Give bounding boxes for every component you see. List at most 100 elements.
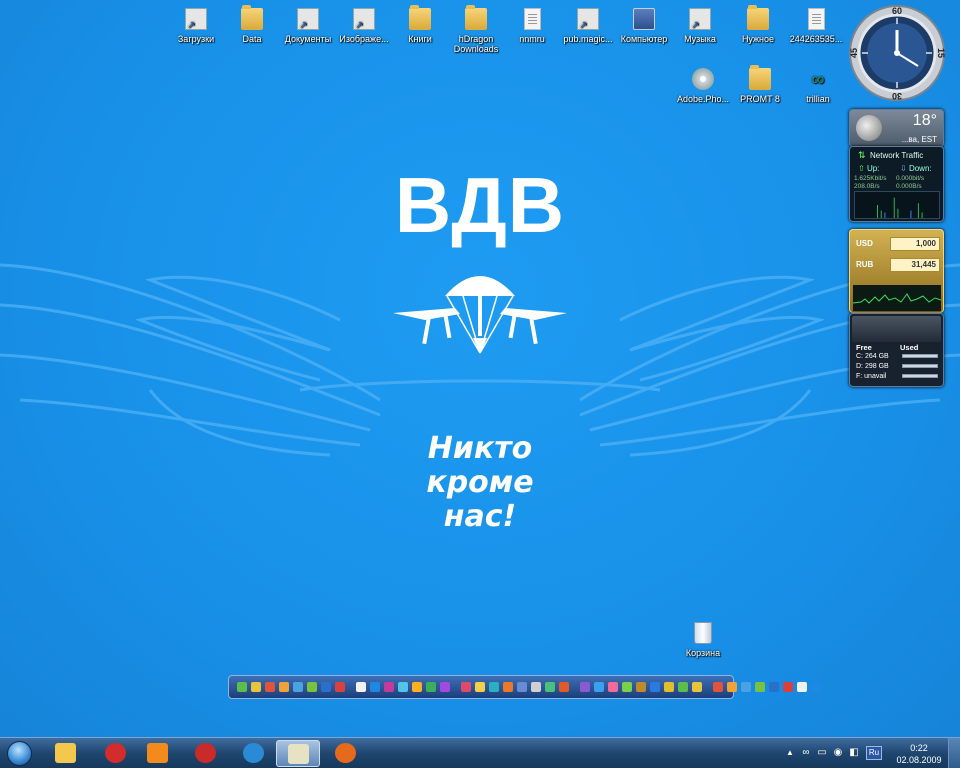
- folder-icon: [749, 65, 771, 90]
- dock-app-icon[interactable]: [783, 682, 793, 692]
- dock-app-icon[interactable]: [594, 682, 604, 692]
- dock-app-icon[interactable]: [384, 682, 394, 692]
- desktop-icon-music[interactable]: Музыка: [670, 8, 730, 44]
- dock-app-icon[interactable]: [475, 682, 485, 692]
- dock-app-icon[interactable]: [755, 682, 765, 692]
- dock-app-icon[interactable]: [356, 682, 366, 692]
- desktop-icon-books[interactable]: Книги: [390, 5, 450, 44]
- drive-row-f: F: unavail: [856, 373, 887, 380]
- clock-time: 0:22: [910, 743, 928, 753]
- dock-app-icon[interactable]: [811, 682, 821, 692]
- drives-free-label: Free: [856, 343, 872, 352]
- dock-app-icon[interactable]: [678, 682, 688, 692]
- desktop[interactable]: ВДВ Никто кроме нас! Загрузки Da: [0, 0, 960, 737]
- dock-app-icon[interactable]: [769, 682, 779, 692]
- down-bytes: 0.000B/s: [896, 183, 922, 190]
- drive-meter-gadget[interactable]: Free Used C: 264 GB D: 298 GB F: unavail: [849, 313, 944, 387]
- drive-row-d: D: 298 GB: [856, 363, 889, 370]
- dock-app-icon[interactable]: [307, 682, 317, 692]
- firefox-icon: [335, 743, 356, 763]
- dock-app-icon[interactable]: [622, 682, 632, 692]
- currency-to-code[interactable]: RUB: [856, 260, 873, 269]
- dock-app-icon[interactable]: [650, 682, 660, 692]
- dock-app-icon[interactable]: [797, 682, 807, 692]
- start-button[interactable]: [4, 740, 36, 767]
- dock-app-icon[interactable]: [279, 682, 289, 692]
- taskbar-button-internet-explorer[interactable]: [232, 740, 276, 767]
- dock-app-icon[interactable]: [580, 682, 590, 692]
- dock-app-icon[interactable]: [265, 682, 275, 692]
- system-tray: ▲ ∞ ▭ ◉ ◧ Ru 0:22 02.08.2009: [780, 738, 960, 768]
- moon-icon: [856, 115, 882, 141]
- desktop-icon-hdragon-downloads[interactable]: hDragon Downloads: [446, 5, 506, 54]
- currency-from-code[interactable]: USD: [856, 239, 873, 248]
- taskbar-button-media-player[interactable]: [136, 740, 180, 767]
- recycle-bin-icon: [694, 622, 712, 644]
- taskbar-clock[interactable]: 0:22 02.08.2009: [892, 742, 946, 766]
- network-traffic-gadget[interactable]: ⇅ Network Traffic ⇧ Up: ⇩ Down: 1.625Kbi…: [849, 146, 944, 222]
- dock-app-icon[interactable]: [531, 682, 541, 692]
- dock-app-icon[interactable]: [503, 682, 513, 692]
- trillian-icon: ∞: [811, 69, 825, 89]
- desktop-icon-trillian[interactable]: ∞ trillian: [788, 68, 848, 104]
- dock-app-icon[interactable]: [608, 682, 618, 692]
- dock-app-icon[interactable]: [664, 682, 674, 692]
- dock-app-icon[interactable]: [321, 682, 331, 692]
- taskbar-button-firefox[interactable]: [324, 740, 368, 767]
- desktop-icon-label: Книги: [408, 34, 432, 44]
- network-tray-icon[interactable]: ▭: [816, 747, 828, 759]
- up-arrow-icon: ⇧: [858, 164, 865, 173]
- desktop-icon-promt8[interactable]: PROMT 8: [730, 65, 790, 104]
- dock-app-icon[interactable]: [517, 682, 527, 692]
- desktop-icon-nnmru[interactable]: nnmru: [502, 8, 562, 44]
- desktop-icon-needed[interactable]: Нужное: [728, 5, 788, 44]
- dock-app-icon[interactable]: [461, 682, 471, 692]
- currency-converter-gadget[interactable]: USD 1,000 RUB 31,445: [849, 229, 944, 313]
- dock-app-icon[interactable]: [559, 682, 569, 692]
- desktop-icon-data[interactable]: Data: [222, 5, 282, 44]
- dock-app-icon[interactable]: [412, 682, 422, 692]
- desktop-icon-adobe-photoshop[interactable]: Adobe.Pho...: [673, 68, 733, 104]
- dock-app-icon[interactable]: [237, 682, 247, 692]
- dock-app-icon[interactable]: [293, 682, 303, 692]
- desktop-icon-recycle-bin[interactable]: Корзина: [673, 622, 733, 658]
- slogan-line-3: нас!: [443, 499, 517, 534]
- up-label-text: Up:: [866, 164, 880, 173]
- dock-app-icon[interactable]: [398, 682, 408, 692]
- desktop-icon-pub-magic[interactable]: pub.magic...: [558, 8, 618, 44]
- dock-app-icon[interactable]: [692, 682, 702, 692]
- up-rate: 1.625Kbit/s: [854, 175, 887, 182]
- dock-app-icon[interactable]: [489, 682, 499, 692]
- update-tray-icon[interactable]: ◉: [832, 747, 844, 759]
- desktop-icon-downloads[interactable]: Загрузки: [166, 8, 226, 44]
- desktop-icon-computer[interactable]: Компьютер: [614, 8, 674, 44]
- dock-app-icon[interactable]: [545, 682, 555, 692]
- volume-tray-icon[interactable]: ◧: [848, 747, 860, 759]
- taskbar-button-opera[interactable]: [94, 740, 138, 767]
- show-hidden-icons-icon[interactable]: ▲: [784, 747, 796, 759]
- currency-from-value[interactable]: 1,000: [890, 237, 940, 251]
- weather-gadget[interactable]: 18° ...ва, EST: [849, 109, 944, 147]
- taskbar-button-explorer[interactable]: [44, 740, 88, 767]
- dock-app-icon[interactable]: [636, 682, 646, 692]
- dock-app-icon[interactable]: [426, 682, 436, 692]
- desktop-icon-documents[interactable]: Документы: [278, 8, 338, 44]
- desktop-icon-244263535[interactable]: 244263535...: [786, 8, 846, 44]
- folder-icon: [465, 5, 487, 30]
- dock-app-icon[interactable]: [335, 682, 345, 692]
- taskbar-button-red-app[interactable]: [184, 740, 228, 767]
- dock-app-icon[interactable]: [251, 682, 261, 692]
- language-indicator[interactable]: Ru: [866, 746, 882, 760]
- quick-launch-dock[interactable]: [228, 675, 821, 699]
- dock-app-icon[interactable]: [741, 682, 751, 692]
- dock-app-icon[interactable]: [370, 682, 380, 692]
- desktop-icon-pictures[interactable]: Изображе...: [334, 8, 394, 44]
- notepad-icon: [288, 744, 309, 764]
- trillian-tray-icon[interactable]: ∞: [800, 747, 812, 759]
- dock-app-icon[interactable]: [440, 682, 450, 692]
- clock-gadget[interactable]: 60 15 30 45: [848, 4, 946, 102]
- dock-app-icon[interactable]: [713, 682, 723, 692]
- show-desktop-button[interactable]: [948, 738, 960, 768]
- dock-app-icon[interactable]: [727, 682, 737, 692]
- taskbar-button-notepad[interactable]: [276, 740, 320, 767]
